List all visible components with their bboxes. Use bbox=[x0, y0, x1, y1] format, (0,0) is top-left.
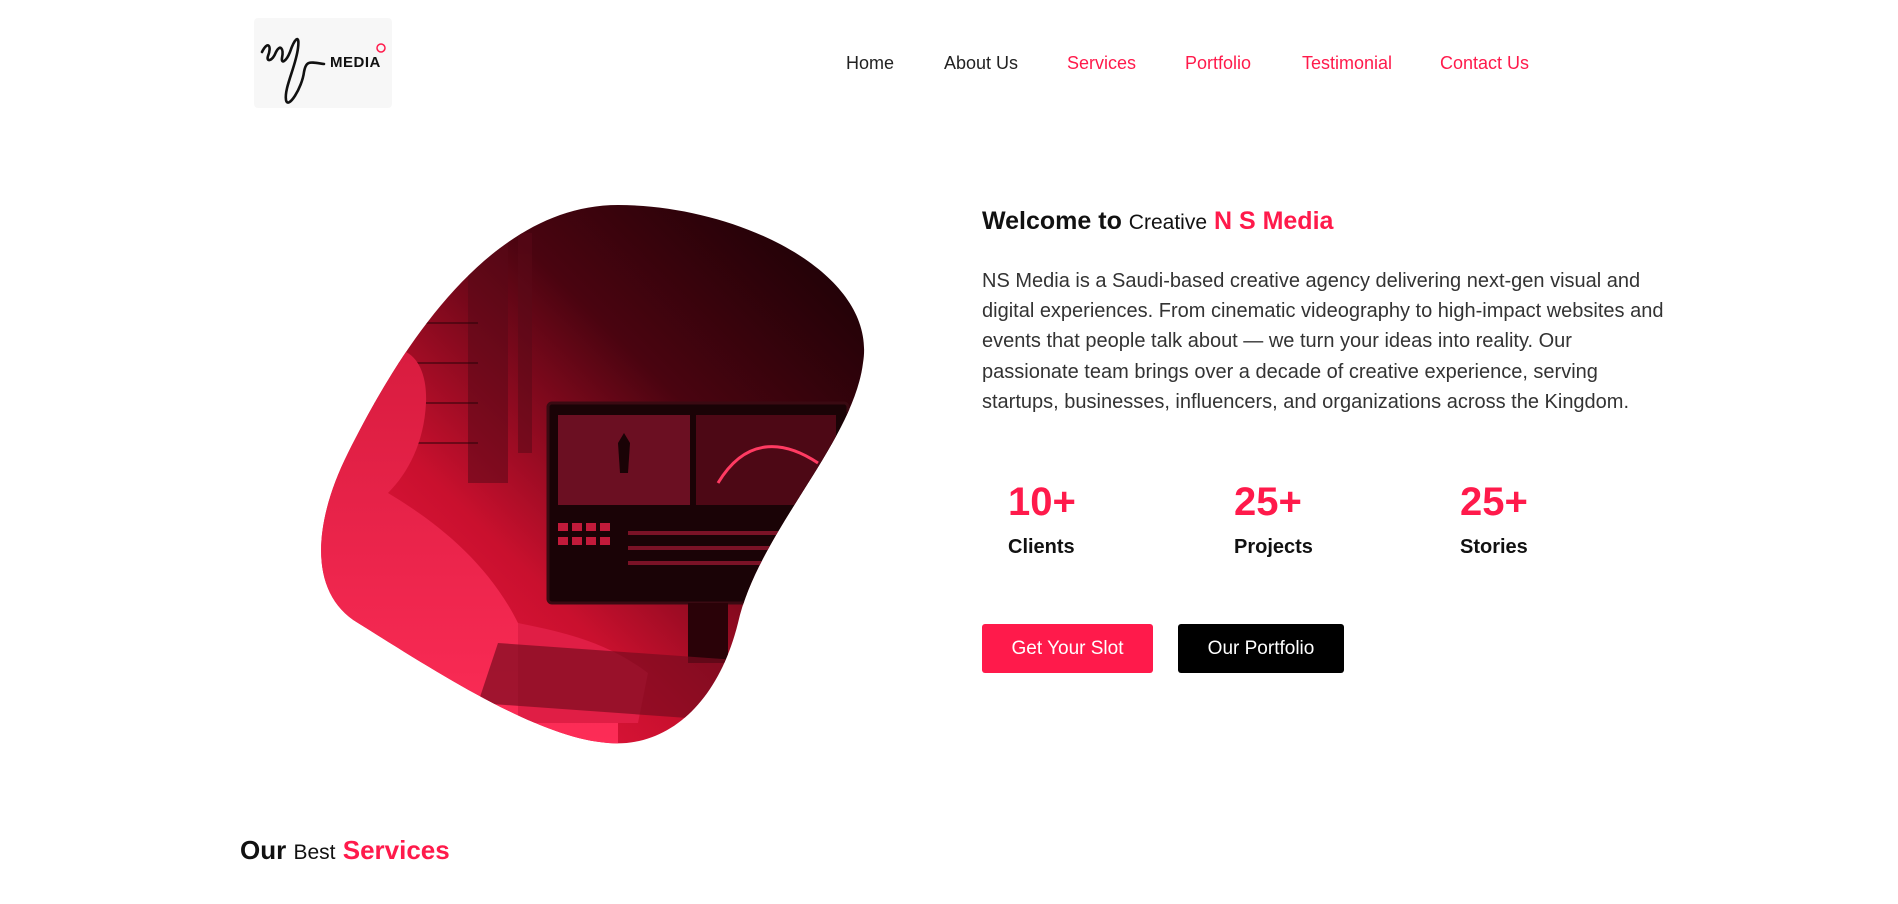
stat-stories: 25+ Stories bbox=[1460, 478, 1660, 559]
our-portfolio-button[interactable]: Our Portfolio bbox=[1178, 624, 1344, 673]
welcome-light-text: Creative bbox=[1128, 211, 1207, 234]
stat-value: 10+ bbox=[1008, 480, 1076, 524]
services-title-accent: Services bbox=[342, 835, 450, 865]
stat-label: Clients bbox=[1008, 536, 1075, 558]
stat-label: Projects bbox=[1234, 536, 1313, 558]
stat-projects: 25+ Projects bbox=[1234, 478, 1434, 559]
site-header: MEDIA Home About Us Services Portfolio T… bbox=[0, 0, 1898, 130]
nav-testimonial[interactable]: Testimonial bbox=[1302, 53, 1392, 74]
services-title-light: Best bbox=[293, 841, 336, 864]
stat-clients: 10+ Clients bbox=[1008, 478, 1208, 559]
services-title-bold: Our bbox=[240, 835, 287, 865]
nav-home[interactable]: Home bbox=[846, 53, 894, 74]
hero-image bbox=[318, 203, 866, 745]
get-your-slot-button[interactable]: Get Your Slot bbox=[982, 624, 1153, 673]
main-navigation: Home About Us Services Portfolio Testimo… bbox=[0, 53, 1898, 77]
nav-about-us[interactable]: About Us bbox=[944, 53, 1018, 74]
nav-services[interactable]: Services bbox=[1067, 53, 1136, 74]
services-section-title: Our Best Services bbox=[240, 835, 450, 866]
stat-label: Stories bbox=[1460, 536, 1528, 558]
video-editor-photo-icon bbox=[321, 205, 865, 744]
hero-heading: Welcome to Creative N S Media bbox=[982, 207, 1333, 236]
stat-value: 25+ bbox=[1460, 480, 1528, 524]
stat-value: 25+ bbox=[1234, 480, 1302, 524]
hero-description: NS Media is a Saudi-based creative agenc… bbox=[982, 270, 1664, 413]
nav-contact-us[interactable]: Contact Us bbox=[1440, 53, 1529, 74]
brand-name-text: N S Media bbox=[1213, 207, 1334, 235]
nav-portfolio[interactable]: Portfolio bbox=[1185, 53, 1251, 74]
welcome-bold-text: Welcome to bbox=[982, 207, 1122, 235]
